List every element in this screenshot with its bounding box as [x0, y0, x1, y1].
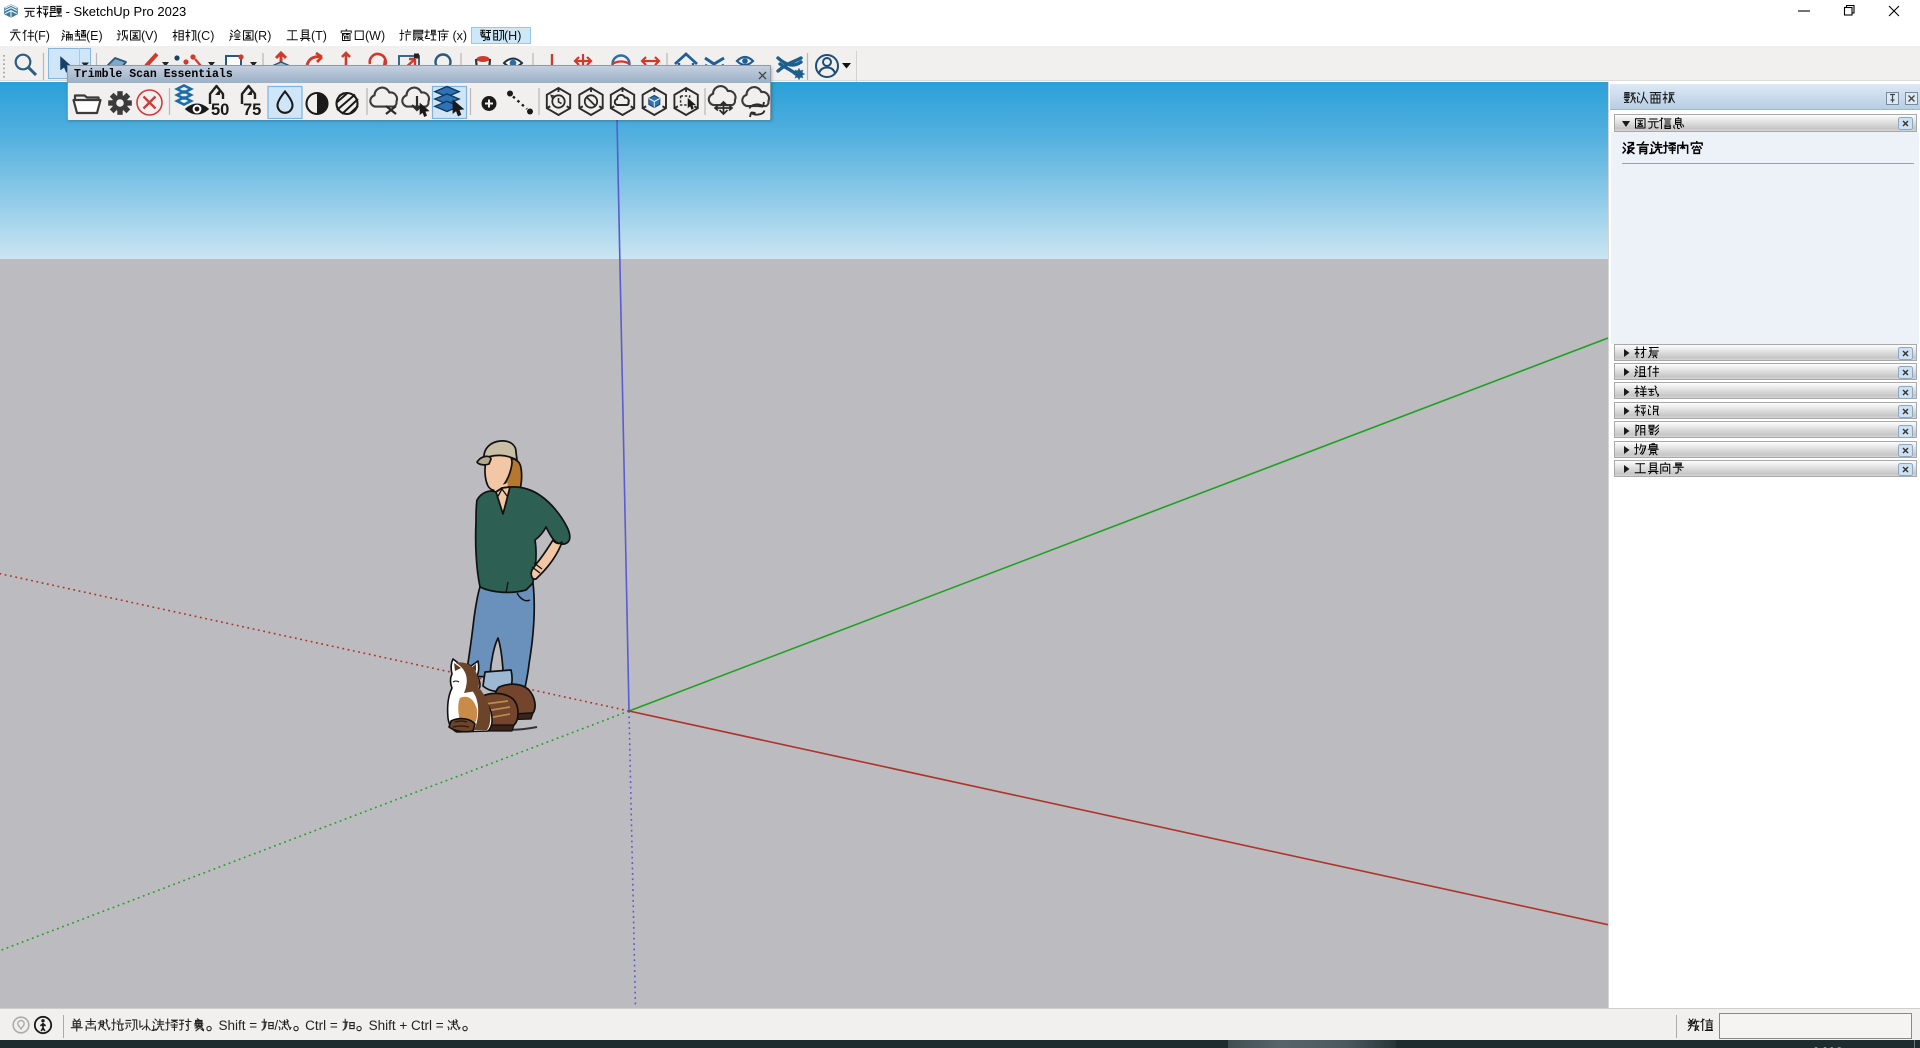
svg-text:50: 50: [211, 101, 229, 119]
svg-text:75: 75: [243, 101, 261, 119]
